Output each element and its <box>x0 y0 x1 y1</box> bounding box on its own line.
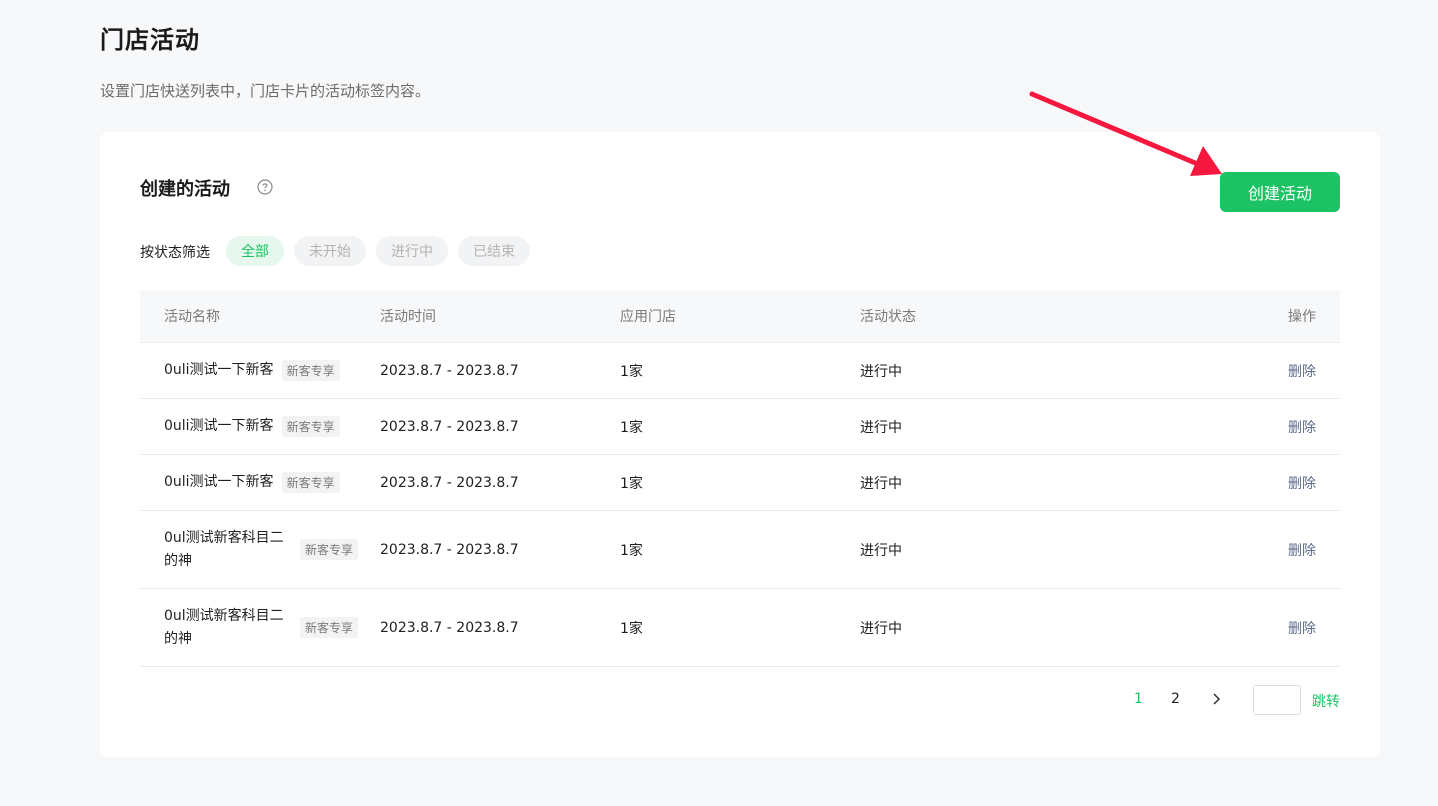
pagination: 1 2 跳转 <box>100 684 1380 715</box>
column-header-action: 操作 <box>1288 309 1316 325</box>
page-description: 设置门店快送列表中，门店卡片的活动标签内容。 <box>100 82 431 100</box>
activity-time: 2023.8.7 - 2023.8.7 <box>380 418 519 435</box>
activity-name: 0ul测试新客科目二的神 <box>164 607 284 647</box>
activity-status: 进行中 <box>860 620 902 637</box>
activity-status: 进行中 <box>860 475 902 492</box>
activity-tag: 新客专享 <box>281 472 340 493</box>
activity-tag: 新客专享 <box>300 617 359 638</box>
table-row: 0ul测试新客科目二的神 新客专享 2023.8.7 - 2023.8.7 1家 … <box>140 589 1340 667</box>
column-header-stores: 应用门店 <box>620 309 676 325</box>
activity-stores: 1家 <box>620 363 643 380</box>
create-activity-button[interactable]: 创建活动 <box>1220 172 1340 212</box>
page-jump-input[interactable] <box>1253 685 1301 715</box>
activity-time: 2023.8.7 - 2023.8.7 <box>380 541 519 558</box>
activity-stores: 1家 <box>620 620 643 637</box>
filter-label: 按状态筛选 <box>140 245 210 261</box>
activity-time: 2023.8.7 - 2023.8.7 <box>380 362 519 379</box>
chevron-right-icon[interactable] <box>1210 691 1222 707</box>
page-2-button[interactable]: 2 <box>1171 691 1180 707</box>
activity-table: 活动名称 活动时间 应用门店 活动状态 操作 0uli测试一下新客 新客专享 20… <box>140 290 1340 667</box>
activity-time: 2023.8.7 - 2023.8.7 <box>380 619 519 636</box>
activity-stores: 1家 <box>620 542 643 559</box>
table-header: 活动名称 活动时间 应用门店 活动状态 操作 <box>140 290 1340 343</box>
activity-time: 2023.8.7 - 2023.8.7 <box>380 474 519 491</box>
activity-name: 0uli测试一下新客 <box>164 418 274 434</box>
activity-status: 进行中 <box>860 542 902 559</box>
question-circle-icon[interactable] <box>257 179 273 195</box>
column-header-name: 活动名称 <box>164 309 220 325</box>
page-title: 门店活动 <box>100 26 200 54</box>
delete-link[interactable]: 删除 <box>1288 476 1316 492</box>
delete-link[interactable]: 删除 <box>1288 621 1316 637</box>
activity-status: 进行中 <box>860 419 902 436</box>
activity-status: 进行中 <box>860 363 902 380</box>
activity-name: 0uli测试一下新客 <box>164 362 274 378</box>
delete-link[interactable]: 删除 <box>1288 543 1316 559</box>
jump-button[interactable]: 跳转 <box>1312 691 1340 711</box>
card-title: 创建的活动 <box>140 179 230 200</box>
table-row: 0ul测试新客科目二的神 新客专享 2023.8.7 - 2023.8.7 1家 … <box>140 511 1340 589</box>
filter-chip-all[interactable]: 全部 <box>226 236 284 266</box>
table-row: 0uli测试一下新客 新客专享 2023.8.7 - 2023.8.7 1家 进行… <box>140 399 1340 455</box>
delete-link[interactable]: 删除 <box>1288 364 1316 380</box>
table-row: 0uli测试一下新客 新客专享 2023.8.7 - 2023.8.7 1家 进行… <box>140 343 1340 399</box>
status-filter: 全部 未开始 进行中 已结束 <box>226 236 530 266</box>
activity-stores: 1家 <box>620 475 643 492</box>
activity-card: 创建的活动 创建活动 按状态筛选 全部 未开始 进行中 已结束 活动名称 活动时… <box>100 132 1380 757</box>
filter-chip-ended[interactable]: 已结束 <box>458 236 530 266</box>
activity-tag: 新客专享 <box>281 360 340 381</box>
activity-tag: 新客专享 <box>300 539 359 560</box>
activity-tag: 新客专享 <box>281 416 340 437</box>
filter-chip-not-started[interactable]: 未开始 <box>294 236 366 266</box>
column-header-time: 活动时间 <box>380 309 436 325</box>
column-header-status: 活动状态 <box>860 309 916 325</box>
activity-stores: 1家 <box>620 419 643 436</box>
filter-chip-in-progress[interactable]: 进行中 <box>376 236 448 266</box>
table-row: 0uli测试一下新客 新客专享 2023.8.7 - 2023.8.7 1家 进行… <box>140 455 1340 511</box>
activity-name: 0uli测试一下新客 <box>164 474 274 490</box>
activity-name: 0ul测试新客科目二的神 <box>164 529 284 569</box>
page-1-button[interactable]: 1 <box>1134 691 1143 707</box>
delete-link[interactable]: 删除 <box>1288 420 1316 436</box>
